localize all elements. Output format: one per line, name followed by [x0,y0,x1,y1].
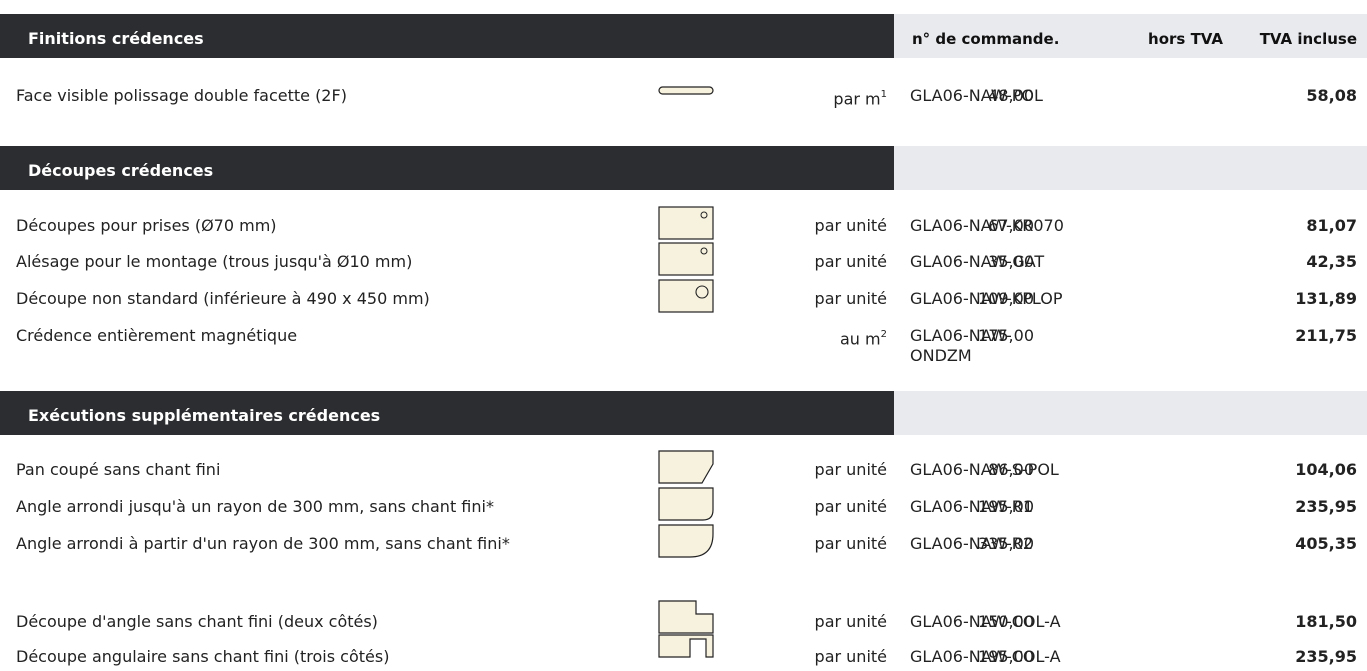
row-unit: par unité [814,534,887,553]
row-price-hors-tva: 195,00 [978,497,1034,516]
row-description: Découpe d'angle sans chant fini (deux cô… [16,612,378,631]
row-description: Face visible polissage double facette (2… [16,86,347,105]
table-row: Face visible polissage double facette (2… [0,82,1367,110]
row-price-tva-incluse: 235,95 [1295,647,1357,666]
section-header-decoupes: Découpes crédences [0,146,1367,190]
row-price-hors-tva: 35,00 [988,252,1034,271]
column-header-code: n° de commande. [912,30,1060,48]
row-unit: par unité [814,252,887,271]
u-notch-icon [658,634,714,658]
section-title: Exécutions supplémentaires crédences [28,406,381,425]
column-header-hors-tva: hors TVA [1148,30,1223,48]
section-title: Découpes crédences [28,161,214,180]
table-row: Découpe angulaire sans chant fini (trois… [0,634,1367,671]
row-price-hors-tva: 150,00 [978,612,1034,631]
row-unit: par unité [814,497,887,516]
row-description: Alésage pour le montage (trous jusqu'à Ø… [16,252,413,271]
row-order-code: GLA06-NAW-S-POL [910,460,1059,479]
row-price-tva-incluse: 42,35 [1306,252,1357,271]
corner-notch-icon [658,600,714,634]
table-row: Angle arrondi à partir d'un rayon de 300… [0,524,1367,558]
row-description: Pan coupé sans chant fini [16,460,221,479]
row-unit: par unité [814,216,887,235]
row-price-hors-tva: 67,00 [988,216,1034,235]
row-price-hors-tva: 335,00 [978,534,1034,553]
table-row: Découpe non standard (inférieure à 490 x… [0,279,1367,313]
row-description: Découpe angulaire sans chant fini (trois… [16,647,390,666]
row-price-hors-tva: 86,00 [988,460,1034,479]
section-title: Finitions crédences [28,29,204,48]
large-hole-icon [658,279,714,313]
row-unit: par unité [814,289,887,308]
row-price-tva-incluse: 131,89 [1295,289,1357,308]
row-price-tva-incluse: 181,50 [1295,612,1357,631]
row-order-code: GLA06-NAW-KR070 [910,216,1064,235]
table-row: Découpes pour prises (Ø70 mm) par unité … [0,206,1367,240]
section-header-executions: Exécutions supplémentaires crédences [0,391,1367,435]
row-price-hors-tva: 195,00 [978,647,1034,666]
row-unit: au m2 [840,329,887,349]
edge-polish-icon [658,86,714,95]
row-unit: par unité [814,460,887,479]
row-price-tva-incluse: 81,07 [1306,216,1357,235]
row-description: Angle arrondi jusqu'à un rayon de 300 mm… [16,497,494,516]
table-row: Alésage pour le montage (trous jusqu'à Ø… [0,242,1367,276]
row-order-code-continuation: ONDZM [910,346,972,365]
row-price-tva-incluse: 405,35 [1295,534,1357,553]
row-description: Découpes pour prises (Ø70 mm) [16,216,277,235]
row-unit: par m1 [833,89,887,109]
section-header-finitions: Finitions crédences n° de commande. hors… [0,14,1367,58]
table-row: Angle arrondi jusqu'à un rayon de 300 mm… [0,487,1367,521]
row-price-hors-tva: 175,00 [978,326,1034,345]
row-price-tva-incluse: 58,08 [1306,86,1357,105]
section-header-light-band [894,146,1367,190]
row-price-tva-incluse: 211,75 [1295,326,1357,345]
chamfer-corner-icon [658,450,714,484]
table-row: Découpe d'angle sans chant fini (deux cô… [0,600,1367,636]
row-unit: par unité [814,647,887,666]
table-row: Crédence entièrement magnétique au m2 GL… [0,322,1367,374]
row-description: Angle arrondi à partir d'un rayon de 300… [16,534,510,553]
row-description: Crédence entièrement magnétique [16,326,298,345]
small-hole-icon [658,206,714,240]
row-price-tva-incluse: 235,95 [1295,497,1357,516]
table-row: Pan coupé sans chant fini par unité GLA0… [0,450,1367,484]
row-price-tva-incluse: 104,06 [1295,460,1357,479]
row-unit: par unité [814,612,887,631]
section-header-light-band [894,391,1367,435]
row-price-hors-tva: 109,00 [978,289,1034,308]
column-header-tva-incluse: TVA incluse [1259,30,1357,48]
row-description: Découpe non standard (inférieure à 490 x… [16,289,430,308]
small-hole-icon [658,242,714,276]
rounded-corner-large-icon [658,524,714,558]
row-price-hors-tva: 48,00 [988,86,1034,105]
rounded-corner-small-icon [658,487,714,521]
